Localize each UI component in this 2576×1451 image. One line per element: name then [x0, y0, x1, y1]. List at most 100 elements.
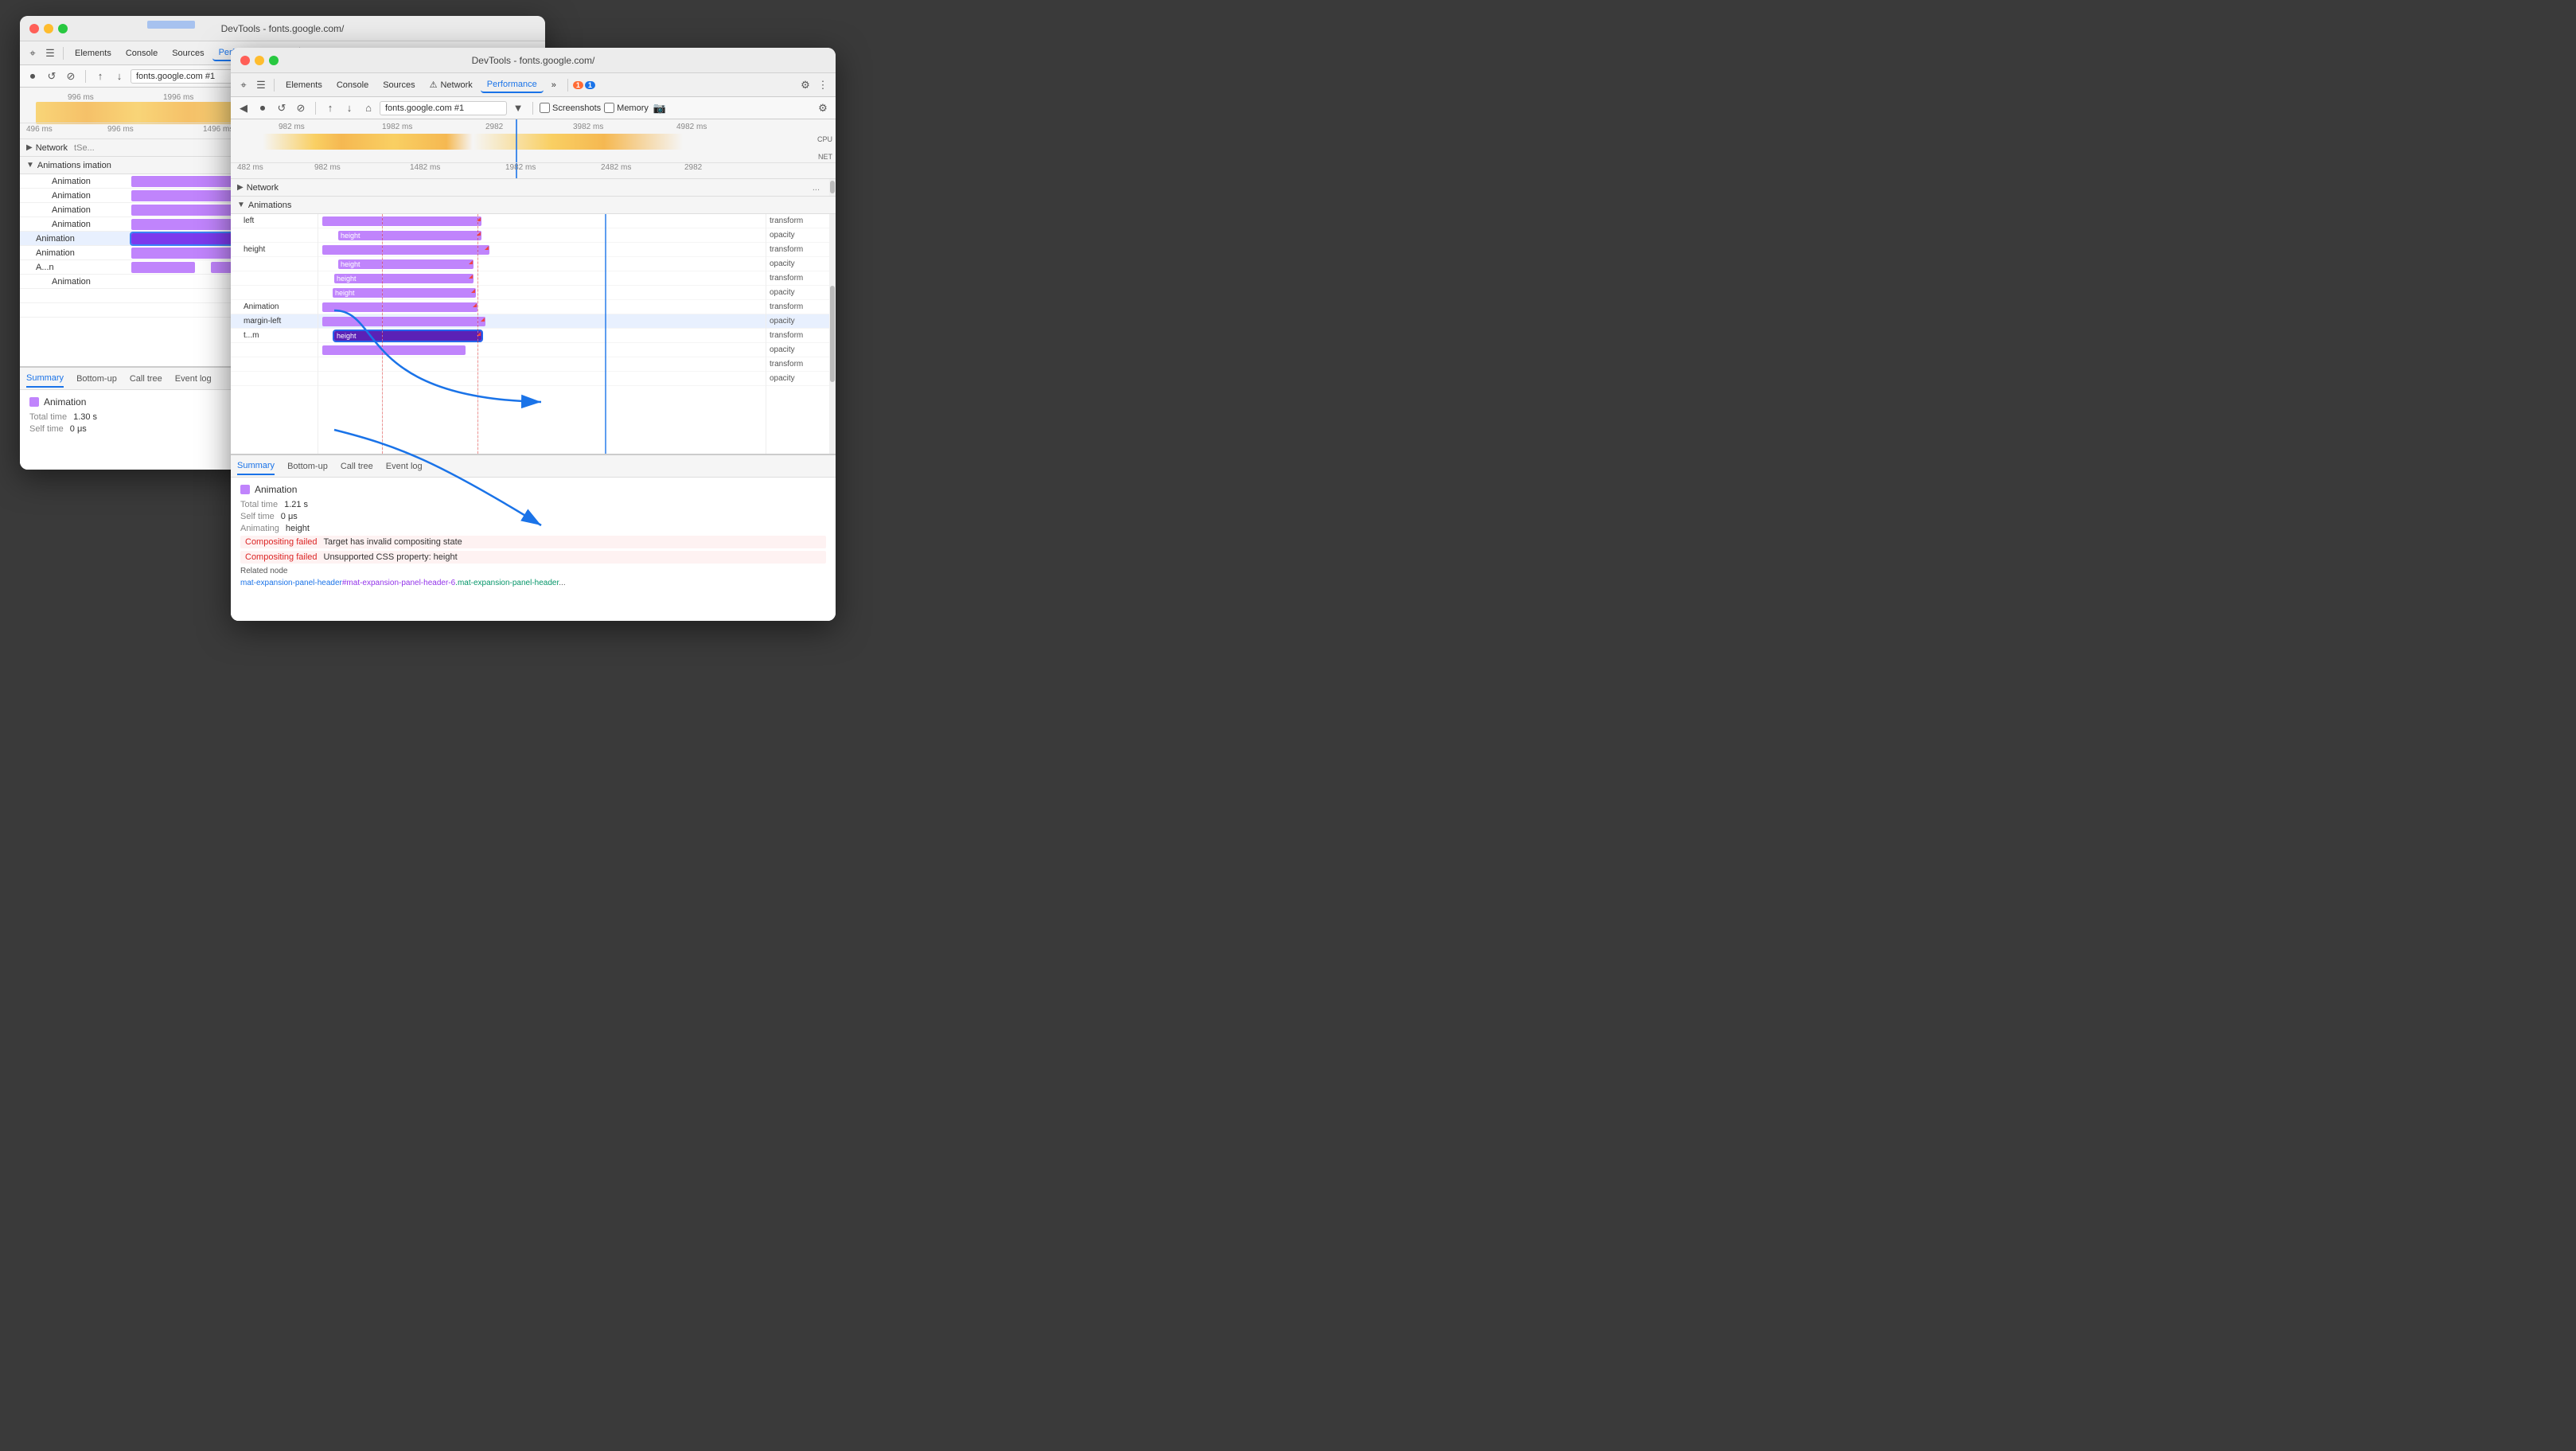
title-bar-2: DevTools - fonts.google.com/	[231, 48, 836, 73]
screenshots-check-2[interactable]	[540, 103, 550, 113]
tab-bottomup-1[interactable]: Bottom-up	[76, 371, 117, 387]
home-icon-2[interactable]: ⌂	[360, 100, 376, 116]
t-bar-10[interactable]	[322, 345, 466, 355]
error-row-2: Compositing failed Unsupported CSS prope…	[240, 551, 826, 564]
scrollbar-thumb-2[interactable]	[830, 181, 835, 193]
memory-check-2[interactable]	[604, 103, 614, 113]
settings-icon-2[interactable]: ⚙	[797, 77, 813, 93]
tab-sources-2[interactable]: Sources	[376, 78, 421, 92]
r-label-8: opacity	[766, 314, 829, 329]
node-link-2[interactable]: mat-expansion-panel-header	[240, 579, 342, 587]
tab-summary-1[interactable]: Summary	[26, 370, 64, 388]
network-expand-2[interactable]: ▶	[237, 183, 244, 192]
t-row-1	[318, 214, 766, 228]
scrollbar-anim-2[interactable]	[829, 214, 836, 454]
t-row-7	[318, 300, 766, 314]
settings2-icon-2[interactable]: ⚙	[815, 100, 831, 116]
t-bar-2[interactable]: height	[338, 231, 481, 240]
maximize-button-2[interactable]	[269, 56, 279, 65]
sep-21	[274, 79, 275, 92]
t-bar-6[interactable]: height	[333, 288, 476, 298]
anim-body-2: left height Animation margin-left t...m	[231, 214, 836, 454]
t-row-11	[318, 357, 766, 372]
capture-icon-2[interactable]: 📷	[652, 100, 668, 116]
minimize-button-1[interactable]	[44, 24, 53, 33]
t2-tick-1: 982 ms	[279, 123, 305, 131]
anim-expand-1[interactable]: ▼	[26, 161, 34, 170]
tab-performance-2[interactable]: Performance	[481, 77, 544, 93]
r-label-4: opacity	[766, 257, 829, 271]
t-row-12	[318, 372, 766, 386]
related-node-2: Related node	[240, 567, 826, 575]
animating-label-2: Animating	[240, 524, 279, 533]
anim-header-label-2: Animations	[248, 201, 291, 210]
tab-sources-1[interactable]: Sources	[166, 46, 210, 60]
devtools-window-2: DevTools - fonts.google.com/ ⌖ ☰ Element…	[231, 48, 836, 621]
t-bar-1[interactable]	[322, 216, 481, 226]
tab-eventlog-1[interactable]: Event log	[175, 371, 212, 387]
tab-eventlog-2[interactable]: Event log	[386, 458, 423, 474]
t-bar-5[interactable]: height	[334, 274, 474, 283]
tab-elements-2[interactable]: Elements	[279, 78, 329, 92]
anim-header-label-1: Animations imation	[37, 161, 111, 170]
self-time-value-1: 0 μs	[70, 424, 87, 434]
record-icon-2[interactable]: ⏺	[255, 100, 271, 116]
dropdown-icon-2[interactable]: ▼	[510, 100, 526, 116]
anim-bar-7a[interactable]	[131, 262, 195, 273]
select-icon[interactable]: ⌖	[25, 45, 41, 61]
close-button-1[interactable]	[29, 24, 39, 33]
url-input-2[interactable]: fonts.google.com #1	[380, 101, 507, 115]
b2-tick-4: 1982 ms	[505, 163, 536, 172]
tab-network-2[interactable]: ⚠ Network	[423, 77, 479, 92]
r-label-3: transform	[766, 243, 829, 257]
scrollbar-2[interactable]	[829, 179, 836, 196]
device-icon[interactable]: ☰	[42, 45, 58, 61]
t-row-5: height	[318, 271, 766, 286]
t-bar-4[interactable]: height	[338, 259, 474, 269]
screenshots-checkbox-2[interactable]: Screenshots	[540, 103, 601, 113]
device-icon-2[interactable]: ☰	[253, 77, 269, 93]
upload-icon-2[interactable]: ↑	[322, 100, 338, 116]
memory-checkbox-2[interactable]: Memory	[604, 103, 649, 113]
tab-console-1[interactable]: Console	[119, 46, 164, 60]
record-icon-1[interactable]: ⏺	[25, 68, 41, 84]
t-bar-3[interactable]	[322, 245, 489, 255]
select-icon-2[interactable]: ⌖	[236, 77, 251, 93]
node-hash-2[interactable]: #mat-expansion-panel-header-6	[342, 579, 455, 587]
t-bar-7[interactable]	[322, 302, 477, 312]
upload-icon-1[interactable]: ↑	[92, 68, 108, 84]
more-icon-2[interactable]: ⋮	[815, 77, 831, 93]
close-button-2[interactable]	[240, 56, 250, 65]
summary-panel-2: Animation Total time 1.21 s Self time 0 …	[231, 478, 836, 621]
t2-tick-4: 3982 ms	[573, 123, 603, 131]
tick-2: 1996 ms	[163, 93, 193, 102]
b2-tick-5: 2482 ms	[601, 163, 631, 172]
tab-elements-1[interactable]: Elements	[68, 46, 118, 60]
t-row-6: height	[318, 286, 766, 300]
scrollbar-thumb-anim-2[interactable]	[830, 286, 835, 381]
minimize-button-2[interactable]	[255, 56, 264, 65]
tab-calltree-1[interactable]: Call tree	[130, 371, 162, 387]
reload-icon-1[interactable]: ↺	[44, 68, 60, 84]
anim-expand-2[interactable]: ▼	[237, 201, 245, 209]
tab-bottomup-2[interactable]: Bottom-up	[287, 458, 328, 474]
t-bar-9-selected[interactable]: height	[334, 331, 481, 341]
t-bar-8[interactable]	[322, 317, 485, 326]
download-icon-2[interactable]: ↓	[341, 100, 357, 116]
tab-summary-2[interactable]: Summary	[237, 458, 275, 475]
clear-icon-2[interactable]: ⊘	[293, 100, 309, 116]
maximize-button-1[interactable]	[58, 24, 68, 33]
tab-calltree-2[interactable]: Call tree	[341, 458, 373, 474]
anim-l-3: height	[231, 243, 318, 257]
tab-console-2[interactable]: Console	[330, 78, 375, 92]
collapse-icon-2[interactable]: ◀	[236, 100, 251, 116]
node-class-2[interactable]: .mat-expansion-panel-header	[455, 579, 559, 587]
clear-icon-1[interactable]: ⊘	[63, 68, 79, 84]
reload-icon-2[interactable]: ↺	[274, 100, 290, 116]
download-icon-1[interactable]: ↓	[111, 68, 127, 84]
anim-label-7: A...n	[20, 263, 131, 272]
tab-more-2[interactable]: »	[545, 78, 563, 92]
anim-l-2	[231, 228, 318, 243]
network-expand-1[interactable]: ▶	[26, 143, 33, 152]
total-time-value-2: 1.21 s	[284, 500, 308, 509]
